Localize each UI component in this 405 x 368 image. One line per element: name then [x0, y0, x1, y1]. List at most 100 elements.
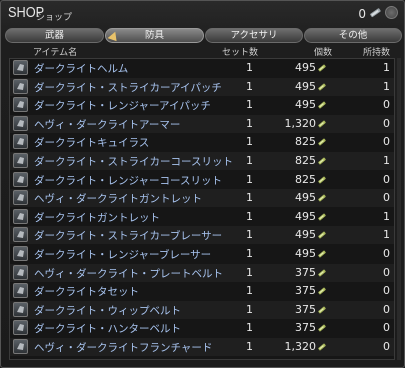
item-owned-count: 0 [383, 135, 390, 148]
tab-weapons[interactable]: 武器 [5, 28, 104, 43]
item-row[interactable]: ダークライト・ストライカーコースリット 1 825 1 [10, 152, 394, 170]
tab-armor[interactable]: 防具 [105, 28, 204, 43]
item-price: 495 [295, 191, 316, 204]
tab-label: アクセサリ [230, 30, 278, 41]
item-name: ダークライトヘルム [34, 63, 129, 75]
item-row[interactable]: ダークライトタセット 1 375 0 [10, 282, 394, 300]
gil-icon [318, 250, 326, 258]
coat-icon [13, 153, 28, 168]
gil-icon [318, 138, 326, 146]
item-row[interactable]: ヘヴィ・ダークライトフランチャード 1 1,320 0 [10, 338, 394, 356]
item-price: 495 [295, 247, 316, 260]
coat-icon [13, 172, 28, 187]
item-owned-count: 0 [383, 98, 390, 111]
bracer-icon [13, 227, 28, 242]
item-row[interactable]: ダークライト・ウィップベルト 1 375 0 [10, 301, 394, 319]
item-name: ダークライト・ウィップベルト [34, 305, 181, 317]
item-row[interactable]: ダークライトキュイラス 1 825 0 [10, 133, 394, 151]
item-set-count: 1 [246, 266, 253, 279]
gil-icon [318, 343, 326, 351]
item-price: 375 [295, 303, 316, 316]
item-set-count: 1 [246, 80, 253, 93]
item-row[interactable]: ダークライトヘルム 1 495 1 [10, 59, 394, 77]
item-owned-count: 1 [383, 61, 390, 74]
item-row[interactable]: ヘヴィ・ダークライト・プレートベルト 1 375 0 [10, 264, 394, 282]
eyepatch-icon [13, 79, 28, 94]
item-row[interactable]: ダークライト・ストライカーブレーサー 1 495 1 [10, 226, 394, 244]
item-name: ヘヴィ・ダークライトフランチャード [34, 342, 213, 354]
tab-other[interactable]: その他 [304, 28, 402, 43]
item-name: ダークライト・レンジャーアイパッチ [34, 100, 211, 112]
gil-icon [318, 83, 326, 91]
close-button[interactable] [385, 6, 398, 19]
item-name: ヘヴィ・ダークライトガントレット [34, 193, 202, 205]
gil-icon [318, 194, 326, 202]
item-owned-count: 0 [383, 247, 390, 260]
item-owned-count: 0 [383, 321, 390, 334]
item-name: ダークライト・レンジャーコースリット [34, 175, 222, 187]
item-price: 375 [295, 266, 316, 279]
bracer-icon [13, 246, 28, 261]
item-set-count: 1 [246, 61, 253, 74]
item-row[interactable]: ダークライト・レンジャーブレーサー 1 495 0 [10, 245, 394, 263]
item-name: ヘヴィ・ダークライトアーマー [34, 119, 181, 131]
item-name: ダークライト・レンジャーブレーサー [34, 249, 212, 261]
gil-amount: 0 [358, 7, 366, 21]
item-set-count: 1 [246, 210, 253, 223]
belt-icon [13, 265, 28, 280]
item-set-count: 1 [246, 173, 253, 186]
item-owned-count: 1 [383, 154, 390, 167]
item-owned-count: 1 [383, 80, 390, 93]
category-tabs: 武器 防具 アクセサリ その他 [5, 28, 402, 44]
gil-icon [370, 8, 381, 18]
gil-icon [318, 120, 326, 128]
item-owned-count: 0 [383, 266, 390, 279]
item-row[interactable]: ダークライト・ハンターベルト 1 375 0 [10, 319, 394, 337]
item-price: 825 [295, 154, 316, 167]
column-header-price[interactable]: 個数 [314, 45, 332, 58]
item-owned-count: 0 [383, 340, 390, 353]
item-price: 825 [295, 173, 316, 186]
helmet-icon [13, 60, 28, 75]
gil-icon [318, 269, 326, 277]
item-owned-count: 1 [383, 228, 390, 241]
gauntlet-icon [13, 209, 28, 224]
item-price: 495 [295, 80, 316, 93]
item-owned-count: 0 [383, 284, 390, 297]
item-owned-count: 0 [383, 303, 390, 316]
title-bar[interactable]: SHOP ショップ 0 [1, 1, 404, 27]
item-price: 495 [295, 98, 316, 111]
item-price: 495 [295, 61, 316, 74]
item-row[interactable]: ダークライト・ストライカーアイパッチ 1 495 1 [10, 78, 394, 96]
item-row[interactable]: ヘヴィ・ダークライトアーマー 1 1,320 0 [10, 115, 394, 133]
item-name: ダークライト・ストライカーブレーサー [34, 230, 223, 242]
column-header-set[interactable]: セット数 [222, 45, 258, 58]
item-row[interactable]: ヘヴィ・ダークライトガントレット 1 495 0 [10, 189, 394, 207]
item-set-count: 1 [246, 303, 253, 316]
gil-icon [318, 287, 326, 295]
gil-icon [318, 213, 326, 221]
item-price: 495 [295, 210, 316, 223]
item-price: 495 [295, 228, 316, 241]
gil-icon [318, 176, 326, 184]
column-header-name[interactable]: アイテム名 [33, 45, 77, 58]
item-owned-count: 0 [383, 117, 390, 130]
scrollbar[interactable] [397, 58, 401, 360]
tab-accessories[interactable]: アクセサリ [205, 28, 303, 43]
item-owned-count: 0 [383, 191, 390, 204]
belt-icon [13, 302, 28, 317]
item-name: ダークライト・ハンターベルト [34, 323, 181, 335]
item-name: ヘヴィ・ダークライト・プレートベルト [34, 268, 223, 280]
item-row[interactable]: ダークライト・レンジャーコースリット 1 825 0 [10, 171, 394, 189]
belt-icon [13, 283, 28, 298]
column-header-owned[interactable]: 所持数 [363, 45, 390, 58]
item-row[interactable]: ダークライトガントレット 1 495 1 [10, 208, 394, 226]
item-set-count: 1 [246, 228, 253, 241]
gil-icon [318, 306, 326, 314]
column-headers: アイテム名 セット数 個数 所持数 [1, 44, 404, 58]
item-name: ダークライト・ストライカーコースリット [34, 156, 233, 168]
item-row[interactable]: ダークライト・レンジャーアイパッチ 1 495 0 [10, 96, 394, 114]
gil-icon [318, 231, 326, 239]
item-name: ダークライトキュイラス [34, 137, 150, 149]
item-price: 1,320 [284, 340, 317, 353]
